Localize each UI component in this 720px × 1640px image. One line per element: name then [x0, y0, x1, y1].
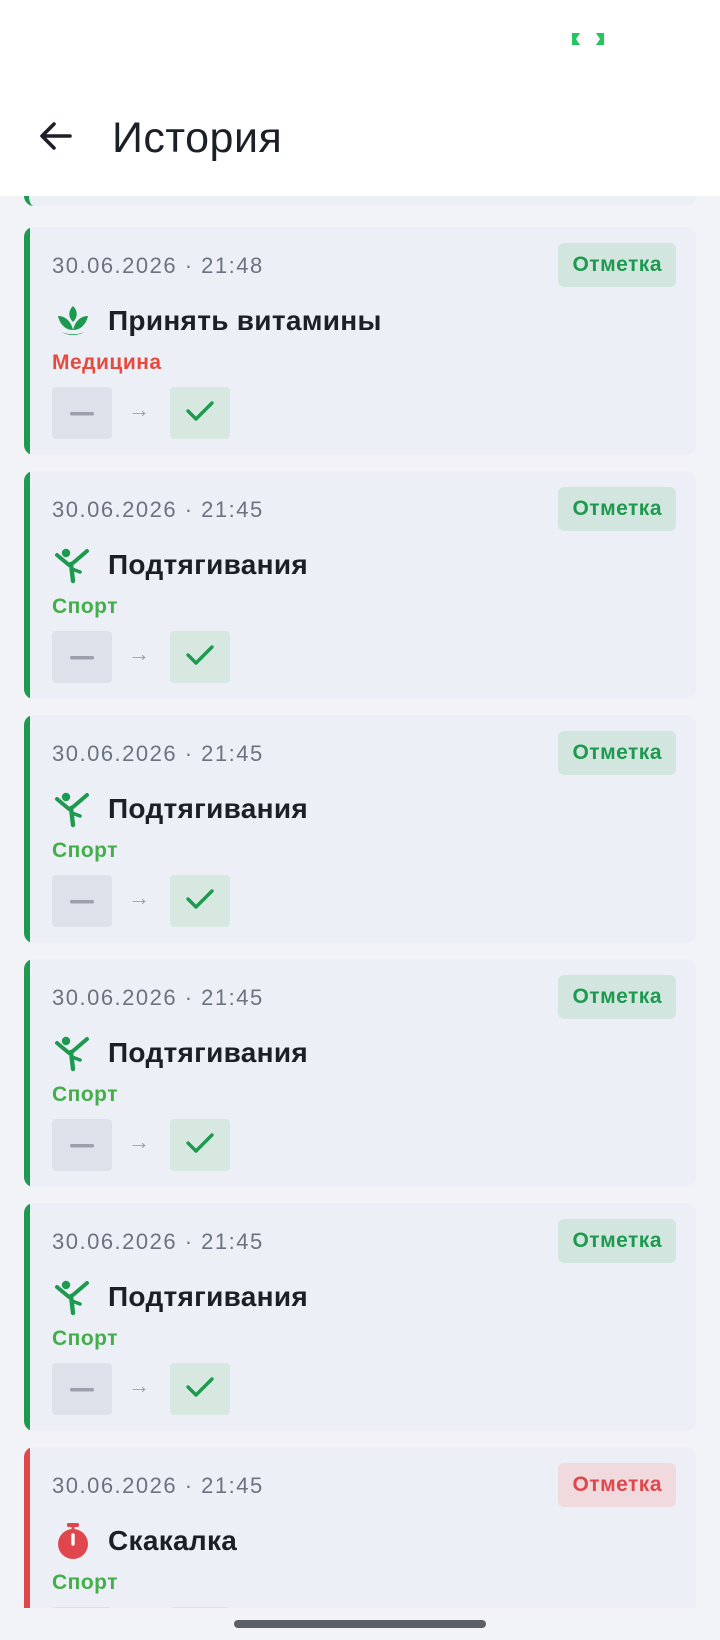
entry-timestamp: 30.06.2026 · 21:45	[52, 1229, 264, 1254]
entry-type-badge: Отметка	[558, 243, 676, 287]
athlete-icon	[52, 544, 94, 586]
status-bar	[0, 0, 720, 82]
habit-category: Спорт	[52, 1571, 119, 1594]
habit-category: Спорт	[52, 839, 119, 862]
habit-title: Подтягивания	[108, 549, 309, 580]
athlete-icon	[52, 788, 94, 830]
previous-state-chip	[52, 387, 112, 439]
new-state-chip	[170, 1363, 230, 1415]
entry-title-row: Подтягивания	[52, 787, 308, 831]
screen-record-icon	[570, 31, 606, 47]
transition-arrow: →	[128, 885, 150, 910]
habit-category: Спорт	[52, 1083, 119, 1106]
entry-type-badge: Отметка	[558, 487, 676, 531]
check-icon	[185, 1131, 215, 1160]
previous-state-chip	[52, 1363, 112, 1415]
transition-arrow: →	[128, 1373, 150, 1398]
history-card[interactable]: 30.06.2026 · 21:45 Отметка Подтягивания …	[24, 471, 696, 699]
new-state-chip	[170, 1119, 230, 1171]
entry-timestamp: 30.06.2026 · 21:45	[52, 497, 264, 522]
home-indicator[interactable]	[234, 1620, 486, 1628]
dash-icon	[70, 1136, 94, 1154]
transition-arrow: →	[128, 641, 150, 666]
new-state-chip	[170, 387, 230, 439]
history-cards: 30.06.2026 · 21:48 Отметка Принять витам…	[24, 227, 696, 1608]
history-card[interactable]: 30.06.2026 · 21:45 Отметка Скакалка Спор…	[24, 1447, 696, 1608]
habit-category: Медицина	[52, 351, 162, 374]
entry-timestamp: 30.06.2026 · 21:48	[52, 253, 264, 278]
dash-icon	[70, 892, 94, 910]
athlete-icon	[52, 1032, 94, 1074]
history-card-partial[interactable]	[24, 196, 696, 206]
status-accent-bar	[24, 1447, 30, 1608]
entry-type-badge: Отметка	[558, 1463, 676, 1507]
entry-type-badge: Отметка	[558, 1219, 676, 1263]
transition-arrow: →	[128, 1129, 150, 1154]
back-button[interactable]	[24, 106, 88, 170]
check-icon	[185, 643, 215, 672]
history-card[interactable]: 30.06.2026 · 21:45 Отметка Подтягивания …	[24, 959, 696, 1187]
entry-timestamp: 30.06.2026 · 21:45	[52, 741, 264, 766]
habit-title: Подтягивания	[108, 1281, 309, 1312]
history-card[interactable]: 30.06.2026 · 21:45 Отметка Подтягивания …	[24, 715, 696, 943]
habit-title: Скакалка	[108, 1525, 238, 1556]
previous-state-chip	[52, 1119, 112, 1171]
arrow-left-icon	[36, 116, 76, 161]
transition-arrow: →	[128, 397, 150, 422]
entry-title-row: Скакалка	[52, 1519, 237, 1563]
entry-timestamp: 30.06.2026 · 21:45	[52, 985, 264, 1010]
entry-timestamp: 30.06.2026 · 21:45	[52, 1473, 264, 1498]
habit-title: Подтягивания	[108, 793, 309, 824]
habit-title: Принять витамины	[108, 305, 382, 336]
lotus-icon	[52, 300, 94, 342]
entry-type-badge: Отметка	[558, 731, 676, 775]
check-icon	[185, 399, 215, 428]
check-icon	[185, 887, 215, 916]
history-card[interactable]: 30.06.2026 · 21:48 Отметка Принять витам…	[24, 227, 696, 455]
previous-state-chip	[52, 631, 112, 683]
dash-icon	[70, 404, 94, 422]
status-accent-bar	[24, 715, 30, 943]
entry-title-row: Принять витамины	[52, 299, 382, 343]
habit-category: Спорт	[52, 595, 119, 618]
entry-title-row: Подтягивания	[52, 1031, 308, 1075]
entry-type-badge: Отметка	[558, 975, 676, 1019]
status-accent-bar	[24, 1203, 30, 1431]
dash-icon	[70, 1380, 94, 1398]
athlete-icon	[52, 1276, 94, 1318]
check-icon	[185, 1375, 215, 1404]
previous-state-chip	[52, 875, 112, 927]
entry-title-row: Подтягивания	[52, 1275, 308, 1319]
stopwatch-icon	[52, 1520, 94, 1562]
new-state-chip	[170, 875, 230, 927]
page-title: История	[112, 114, 283, 162]
habit-category: Спорт	[52, 1327, 119, 1350]
habit-title: Подтягивания	[108, 1037, 309, 1068]
history-card[interactable]: 30.06.2026 · 21:45 Отметка Подтягивания …	[24, 1203, 696, 1431]
entry-title-row: Подтягивания	[52, 543, 308, 587]
status-accent-bar	[24, 227, 30, 455]
dash-icon	[70, 648, 94, 666]
gesture-bar	[0, 1608, 720, 1640]
history-list[interactable]: 30.06.2026 · 21:48 Отметка Принять витам…	[0, 196, 720, 1608]
app-bar: История	[0, 82, 720, 196]
new-state-chip	[170, 631, 230, 683]
status-accent-bar	[24, 959, 30, 1187]
status-accent-bar	[24, 471, 30, 699]
